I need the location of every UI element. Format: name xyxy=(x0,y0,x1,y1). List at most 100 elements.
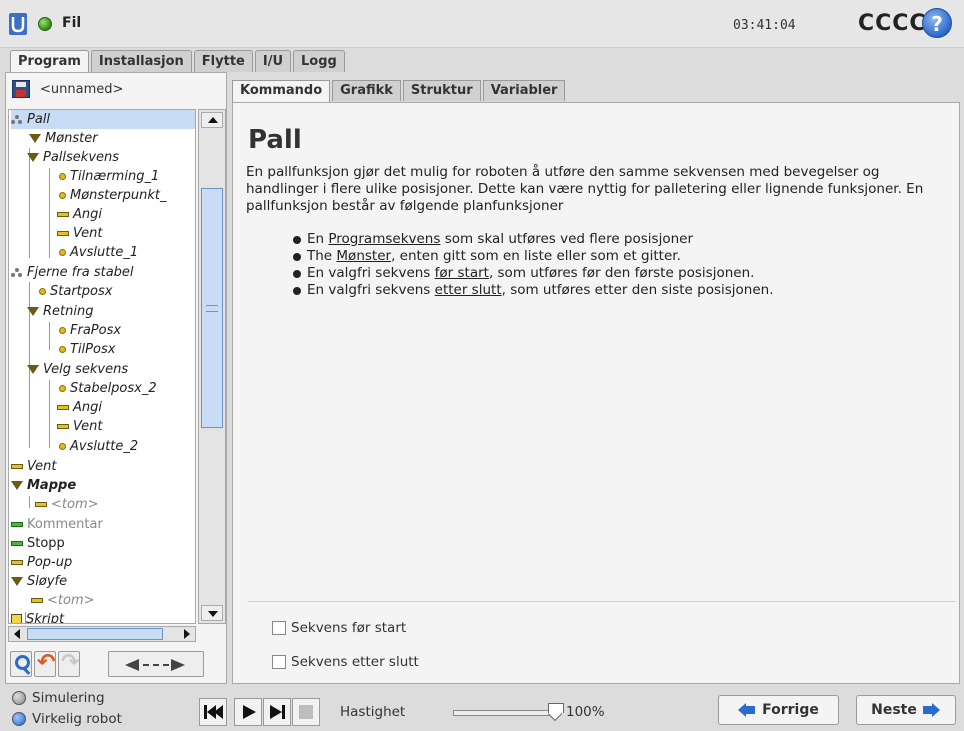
speed-value: 100% xyxy=(566,704,605,720)
sequence-options: Sekvens før start Sekvens etter slutt xyxy=(248,601,956,681)
tab-graphics[interactable]: Grafikk xyxy=(332,80,401,101)
arrow-right-icon xyxy=(922,703,941,717)
step-button[interactable] xyxy=(263,698,291,726)
tree-toolbar xyxy=(8,650,226,679)
tree-node-direction[interactable]: Retning xyxy=(13,302,93,321)
command-icon xyxy=(57,212,69,217)
radio-icon[interactable] xyxy=(12,691,26,705)
speed-slider[interactable] xyxy=(453,710,553,716)
tree-node-start-pos[interactable]: Startposx xyxy=(39,282,112,301)
after-end-link[interactable]: etter slutt xyxy=(435,282,502,298)
page-title: Pall xyxy=(248,125,302,155)
speed-label: Hastighet xyxy=(340,704,406,720)
list-item: The Mønster, enten gitt som en liste ell… xyxy=(293,248,774,265)
next-button[interactable]: Neste xyxy=(856,695,956,725)
waypoint-icon xyxy=(59,385,66,392)
tree-node-folder[interactable]: Mappe xyxy=(11,476,76,495)
tree-node-stack-pos[interactable]: Stabelposx_2 xyxy=(59,379,157,398)
tree-node-wait-2[interactable]: Vent xyxy=(57,417,102,436)
tree-horizontal-scrollbar[interactable] xyxy=(8,626,196,642)
tab-program[interactable]: Program xyxy=(10,50,89,73)
tab-variables[interactable]: Variabler xyxy=(482,80,566,101)
move-node-icon[interactable] xyxy=(108,651,204,677)
tree-node-pattern[interactable]: Mønster xyxy=(29,129,98,148)
folder-triangle-icon xyxy=(27,153,39,162)
waypoint-icon xyxy=(59,249,66,256)
tree-node-exit-1[interactable]: Avslutte_1 xyxy=(59,243,138,262)
tab-move[interactable]: Flytte xyxy=(193,50,253,72)
play-button[interactable] xyxy=(234,698,262,726)
tab-structure[interactable]: Struktur xyxy=(402,80,481,101)
tree-node-script[interactable]: Skript xyxy=(11,610,64,623)
redo-icon[interactable] xyxy=(58,650,80,677)
scroll-right-icon[interactable] xyxy=(181,628,193,640)
tab-io[interactable]: I/U xyxy=(254,50,292,72)
help-icon[interactable]: ? xyxy=(922,8,952,38)
skip-to-start-button[interactable] xyxy=(199,698,227,726)
script-icon xyxy=(11,613,22,623)
mode-simulation[interactable]: Simulering xyxy=(12,688,105,708)
pattern-link[interactable]: Mønster xyxy=(336,248,391,264)
after-end-checkbox[interactable] xyxy=(272,655,286,669)
command-panel: Pall En pallfunksjon gjør det mulig for … xyxy=(232,102,960,684)
waypoint-icon xyxy=(59,346,66,353)
folder-triangle-icon xyxy=(27,307,39,316)
stop-button[interactable] xyxy=(292,698,320,726)
tab-installation[interactable]: Installasjon xyxy=(90,50,192,72)
option-before-start[interactable]: Sekvens før start xyxy=(272,618,406,638)
folder-triangle-icon xyxy=(29,134,41,143)
command-icon xyxy=(11,541,23,546)
program-tree[interactable]: Pall Mønster Pallsekvens Tilnærming_1 Mø… xyxy=(8,109,196,624)
scroll-up-icon[interactable] xyxy=(201,112,223,128)
radio-icon[interactable] xyxy=(12,712,26,726)
tree-vertical-scrollbar[interactable] xyxy=(198,109,226,624)
tree-node-approach[interactable]: Tilnærming_1 xyxy=(59,167,159,186)
program-header: <unnamed> xyxy=(8,77,226,103)
file-menu[interactable]: Fil xyxy=(62,15,81,31)
tree-node-set-2[interactable]: Angi xyxy=(57,398,102,417)
tree-node-to-pos[interactable]: TilPosx xyxy=(59,340,115,359)
tree-node-set[interactable]: Angi xyxy=(57,205,102,224)
command-icon xyxy=(11,560,23,565)
tree-node-wait[interactable]: Vent xyxy=(57,224,102,243)
scroll-down-icon[interactable] xyxy=(201,605,223,621)
list-item: En valgfri sekvens etter slutt, som utfø… xyxy=(293,282,774,299)
program-sequence-link[interactable]: Programsekvens xyxy=(328,231,440,247)
tree-node-pallet-sequence[interactable]: Pallsekvens xyxy=(13,148,119,167)
waypoint-icon xyxy=(59,443,66,450)
scroll-left-icon[interactable] xyxy=(11,628,23,640)
tree-node-empty-1[interactable]: <tom> xyxy=(35,495,99,514)
before-start-link[interactable]: før start xyxy=(435,265,489,281)
tree-node-destack[interactable]: Fjerne fra stabel xyxy=(11,263,134,282)
waypoint-icon xyxy=(39,288,46,295)
tab-command[interactable]: Kommando xyxy=(232,80,331,102)
tree-node-select-sequence[interactable]: Velg sekvens xyxy=(13,360,128,379)
save-icon[interactable] xyxy=(12,80,30,98)
tree-node-pattern-point[interactable]: Mønsterpunkt_ xyxy=(59,186,166,205)
robot-status-icon[interactable] xyxy=(38,17,52,31)
search-icon[interactable] xyxy=(10,651,32,677)
option-after-end[interactable]: Sekvens etter slutt xyxy=(272,652,419,672)
mode-real-robot[interactable]: Virkelig robot xyxy=(12,709,122,729)
tab-log[interactable]: Logg xyxy=(293,50,345,72)
tree-node-empty-2[interactable]: <tom> xyxy=(31,591,95,610)
tree-node-pall[interactable]: Pall xyxy=(11,110,195,129)
program-name: <unnamed> xyxy=(40,82,124,97)
tree-node-comment[interactable]: Kommentar xyxy=(11,515,103,534)
tree-node-exit-2[interactable]: Avslutte_2 xyxy=(59,437,138,456)
tree-node-wait-3[interactable]: Vent xyxy=(11,457,56,476)
previous-button[interactable]: Forrige xyxy=(718,695,839,725)
undo-icon[interactable] xyxy=(34,650,56,677)
tree-node-stop[interactable]: Stopp xyxy=(11,534,65,553)
command-icon xyxy=(11,522,23,527)
folder-triangle-icon xyxy=(27,365,39,374)
scroll-thumb[interactable] xyxy=(201,188,223,428)
speed-slider-handle[interactable] xyxy=(548,703,564,719)
scroll-thumb-horizontal[interactable] xyxy=(27,628,163,640)
tree-node-loop[interactable]: Sløyfe xyxy=(11,572,67,591)
tree-node-from-pos[interactable]: FraPosx xyxy=(59,321,121,340)
folder-triangle-icon xyxy=(11,481,23,490)
list-item: En valgfri sekvens før start, som utføre… xyxy=(293,265,774,282)
tree-node-popup[interactable]: Pop-up xyxy=(11,553,72,572)
before-start-checkbox[interactable] xyxy=(272,621,286,635)
